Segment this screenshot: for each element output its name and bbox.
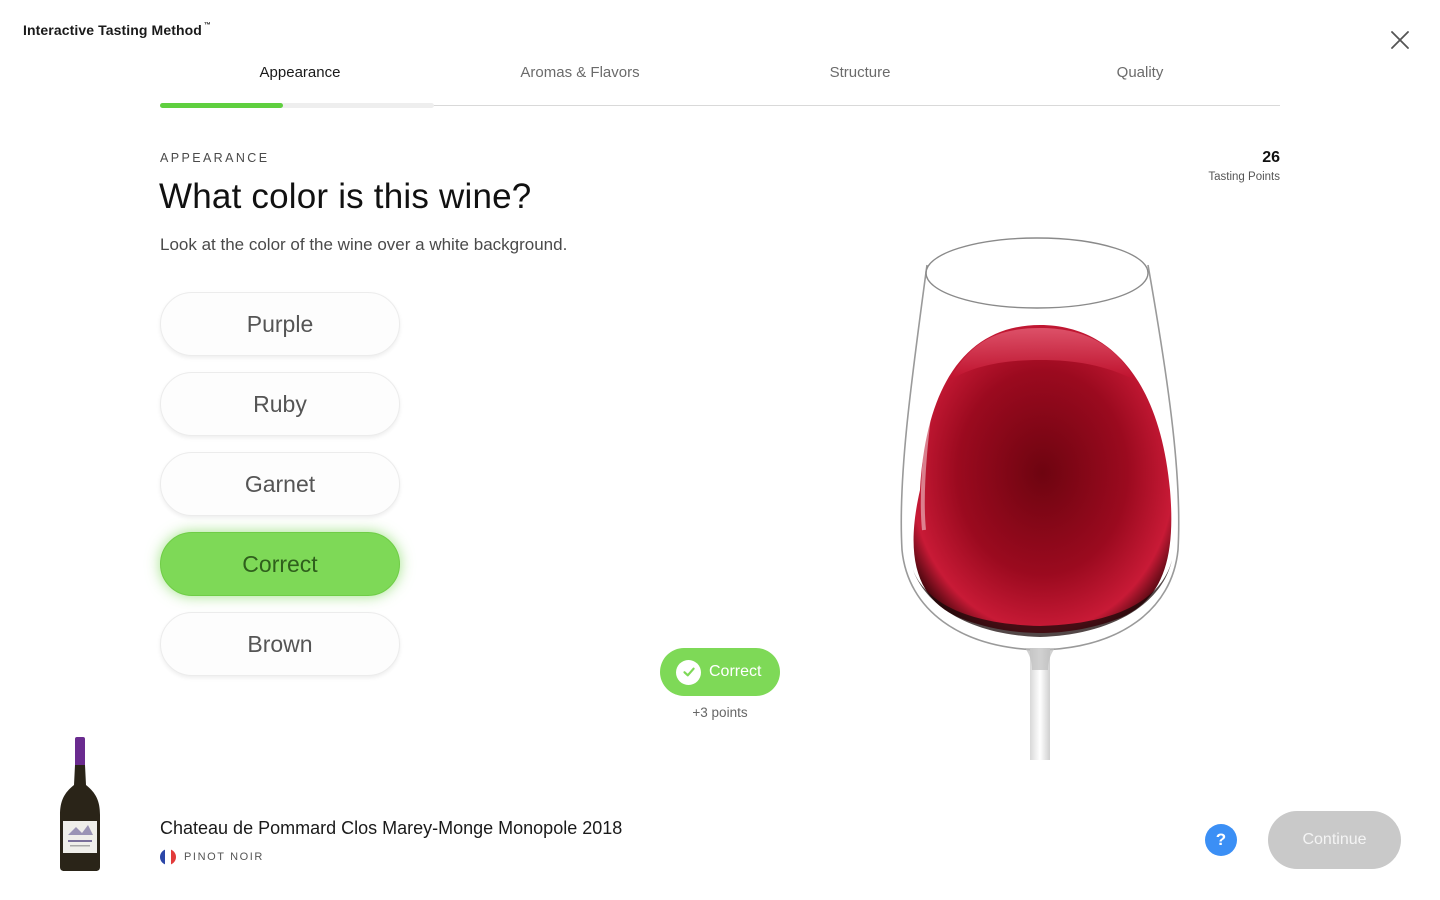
result-badge: Correct (660, 648, 780, 696)
glass-stem-neck (1025, 648, 1055, 670)
section-eyebrow: APPEARANCE (160, 151, 270, 165)
app-title: Interactive Tasting Method ™ (23, 22, 211, 38)
bottle-capsule (75, 737, 85, 767)
result-points: +3 points (692, 705, 748, 720)
wine-name: Chateau de Pommard Clos Marey-Monge Mono… (160, 818, 623, 838)
option-garnet[interactable]: Garnet (160, 452, 400, 516)
tasting-points: 26 Tasting Points (1208, 149, 1280, 183)
option-brown[interactable]: Brown (160, 612, 400, 676)
france-flag-icon (160, 849, 176, 865)
tab-structure[interactable]: Structure (720, 64, 1000, 81)
option-ruby[interactable]: Ruby (160, 372, 400, 436)
question-hint: Look at the color of the wine over a whi… (160, 235, 568, 254)
bottle-label-line (68, 840, 92, 842)
wine-body (913, 325, 1172, 633)
bottle-label (63, 821, 97, 853)
close-button[interactable] (1388, 28, 1412, 52)
step-progress-fill (160, 103, 283, 108)
answer-options: Purple Ruby Garnet Correct Brown (160, 292, 400, 692)
trademark-mark: ™ (203, 22, 212, 29)
tasting-points-value: 26 (1262, 149, 1280, 166)
result-label: Correct (709, 663, 762, 680)
bottle-neck (60, 765, 100, 871)
bottle-label-line-2 (70, 845, 90, 847)
option-correct[interactable]: Correct (160, 532, 400, 596)
close-icon (1391, 31, 1409, 49)
question-title: What color is this wine? (159, 177, 532, 216)
varietal-label: PINOT NOIR (184, 851, 264, 863)
step-tabs: Appearance Aromas & Flavors Structure Qu… (160, 60, 1280, 108)
tab-quality[interactable]: Quality (1000, 64, 1280, 81)
wine-bottle-image (60, 737, 100, 871)
check-icon (676, 659, 701, 685)
app-title-text: Interactive Tasting Method (23, 22, 202, 38)
continue-button[interactable]: Continue (1268, 811, 1401, 869)
option-purple[interactable]: Purple (160, 292, 400, 356)
tasting-points-label: Tasting Points (1208, 171, 1280, 183)
wine-varietal: PINOT NOIR (160, 849, 264, 865)
help-button[interactable]: ? (1205, 824, 1237, 856)
tab-appearance[interactable]: Appearance (160, 64, 440, 81)
wine-glass-image (900, 237, 1180, 760)
glass-rim (925, 237, 1149, 309)
tab-aromas-flavors[interactable]: Aromas & Flavors (440, 64, 720, 81)
